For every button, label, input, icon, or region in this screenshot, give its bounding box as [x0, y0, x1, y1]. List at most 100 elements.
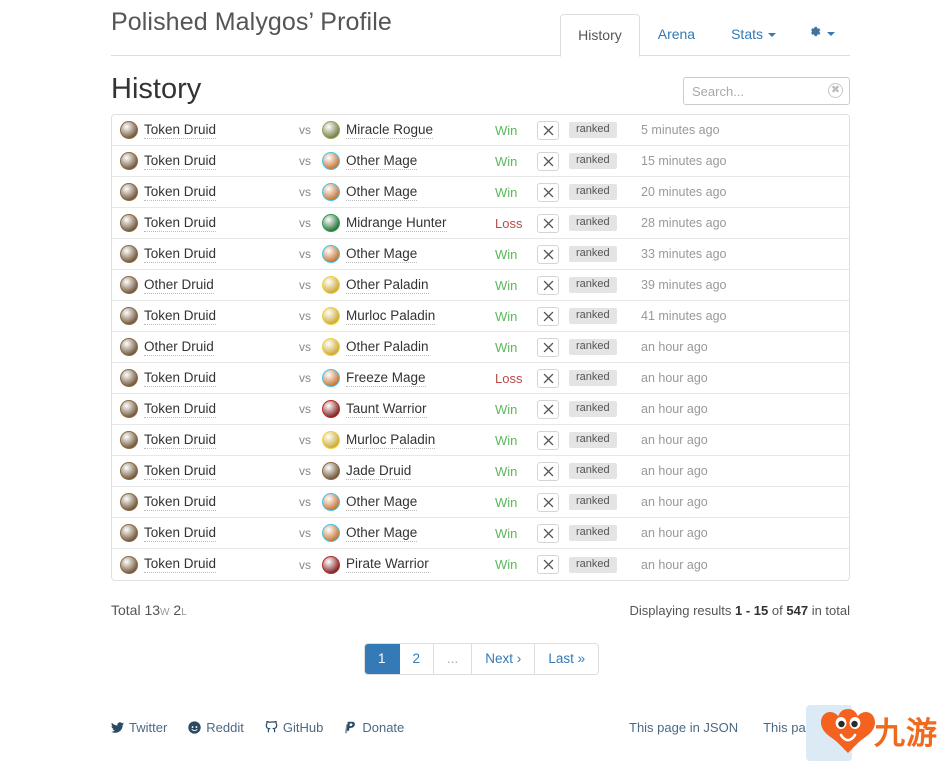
opponent-deck-link[interactable]: Murloc Paladin [346, 432, 436, 449]
opponent-deck-cell: Other Paladin [322, 276, 495, 294]
opponent-deck-cell: Other Mage [322, 493, 495, 511]
class-avatar-mage [322, 183, 340, 201]
crossed-swords-icon[interactable] [537, 306, 559, 326]
footer-link-donate[interactable]: Donate [344, 720, 404, 735]
vs-label: vs [299, 464, 311, 478]
opponent-deck-cell: Murloc Paladin [322, 431, 495, 449]
crossed-swords-icon[interactable] [537, 368, 559, 388]
result-label: Win [495, 153, 518, 169]
result-label: Win [495, 494, 518, 510]
class-avatar-druid [120, 276, 138, 294]
opponent-deck-link[interactable]: Other Paladin [346, 339, 429, 356]
crossed-swords-icon[interactable] [537, 244, 559, 264]
hero-deck-cell: Token Druid [112, 152, 299, 170]
crossed-swords-icon[interactable] [537, 461, 559, 481]
footer-link-github[interactable]: GitHub [265, 720, 323, 735]
timestamp: an hour ago [641, 464, 708, 478]
crossed-swords-icon[interactable] [537, 151, 559, 171]
hero-deck-link[interactable]: Token Druid [144, 308, 217, 325]
crossed-swords-icon[interactable] [537, 430, 559, 450]
class-avatar-druid [120, 524, 138, 542]
footer-page-link-1[interactable]: This page in [763, 720, 834, 735]
timestamp: an hour ago [641, 526, 708, 540]
class-avatar-warrior [322, 400, 340, 418]
hero-deck-link[interactable]: Token Druid [144, 463, 217, 480]
hero-deck-cell: Token Druid [112, 183, 299, 201]
hero-deck-link[interactable]: Token Druid [144, 153, 217, 170]
table-row: Token Druid vs Jade Druid Win ranked an hour … [112, 456, 849, 487]
opponent-deck-link[interactable]: Other Paladin [346, 277, 429, 294]
crossed-swords-icon[interactable] [537, 275, 559, 295]
table-row: Token Druid vs Pirate Warrior Win ranked an h… [112, 549, 849, 580]
crossed-swords-icon[interactable] [537, 492, 559, 512]
hero-deck-link[interactable]: Token Druid [144, 184, 217, 201]
hero-deck-link[interactable]: Token Druid [144, 494, 217, 511]
hero-deck-link[interactable]: Token Druid [144, 401, 217, 418]
crossed-swords-icon[interactable] [537, 337, 559, 357]
opponent-deck-cell: Pirate Warrior [322, 555, 495, 574]
page-button-1[interactable]: 1 [365, 644, 400, 674]
opponent-deck-link[interactable]: Other Mage [346, 494, 418, 511]
mode-cell: ranked [537, 275, 641, 295]
class-avatar-druid [120, 307, 138, 325]
hero-deck-link[interactable]: Token Druid [144, 525, 217, 542]
tab-arena[interactable]: Arena [640, 13, 713, 56]
opponent-deck-link[interactable]: Other Mage [346, 153, 418, 170]
hero-deck-link[interactable]: Other Druid [144, 277, 214, 294]
page-title: Polished Malygos’ Profile [111, 8, 392, 36]
page-button-2[interactable]: 2 [399, 644, 435, 674]
footer-page-links: This page in JSON This page in [629, 720, 834, 735]
table-row: Token Druid vs Midrange Hunter Loss ranked 28… [112, 208, 849, 239]
opponent-deck-link[interactable]: Miracle Rogue [346, 122, 434, 139]
page-button-next[interactable]: Next › [472, 644, 536, 674]
class-avatar-rogue [322, 121, 340, 139]
crossed-swords-icon[interactable] [537, 555, 559, 574]
mode-badge: ranked [569, 556, 617, 573]
mode-badge: ranked [569, 153, 617, 169]
opponent-deck-cell: Miracle Rogue [322, 121, 495, 139]
tab-settings[interactable] [794, 14, 850, 56]
tab-history[interactable]: History [560, 14, 640, 57]
opponent-deck-link[interactable]: Jade Druid [346, 463, 412, 480]
crossed-swords-icon[interactable] [537, 182, 559, 202]
crossed-swords-icon[interactable] [537, 399, 559, 419]
timestamp: an hour ago [641, 402, 708, 416]
hero-deck-cell: Token Druid [112, 121, 299, 139]
footer-link-twitter[interactable]: Twitter [111, 720, 167, 735]
opponent-deck-link[interactable]: Pirate Warrior [346, 556, 429, 573]
opponent-deck-link[interactable]: Midrange Hunter [346, 215, 447, 232]
hero-deck-link[interactable]: Token Druid [144, 370, 217, 387]
opponent-deck-link[interactable]: Taunt Warrior [346, 401, 427, 418]
opponent-deck-link[interactable]: Murloc Paladin [346, 308, 436, 325]
search-input[interactable] [684, 78, 824, 104]
opponent-deck-link[interactable]: Other Mage [346, 525, 418, 542]
opponent-deck-link[interactable]: Freeze Mage [346, 370, 426, 387]
footer-link-label: Donate [362, 720, 405, 735]
tab-stats[interactable]: Stats [713, 13, 794, 56]
footer-link-reddit[interactable]: Reddit [188, 720, 244, 735]
crossed-swords-icon[interactable] [537, 120, 559, 140]
hero-deck-link[interactable]: Token Druid [144, 556, 217, 573]
mode-badge: ranked [569, 494, 617, 510]
crossed-swords-icon[interactable] [537, 213, 559, 233]
chevron-down-icon [768, 33, 776, 38]
opponent-deck-link[interactable]: Other Mage [346, 246, 418, 263]
mode-badge: ranked [569, 184, 617, 200]
crossed-swords-icon[interactable] [537, 523, 559, 543]
opponent-deck-link[interactable]: Other Mage [346, 184, 418, 201]
clear-search-icon[interactable]: ✖ [828, 83, 843, 98]
hero-deck-link[interactable]: Token Druid [144, 215, 217, 232]
page-button-last[interactable]: Last » [535, 644, 599, 674]
tab-arena-label: Arena [657, 26, 696, 42]
hero-deck-link[interactable]: Token Druid [144, 122, 217, 139]
class-avatar-mage [322, 493, 340, 511]
footer-page-link-0[interactable]: This page in JSON [629, 720, 738, 735]
result-label: Loss [495, 370, 523, 386]
hero-deck-link[interactable]: Token Druid [144, 432, 217, 449]
timestamp: 33 minutes ago [641, 247, 727, 261]
opponent-deck-cell: Freeze Mage [322, 369, 495, 387]
timestamp: 41 minutes ago [641, 309, 727, 323]
hero-deck-link[interactable]: Token Druid [144, 246, 217, 263]
search-box[interactable]: ✖ [683, 77, 850, 105]
hero-deck-link[interactable]: Other Druid [144, 339, 214, 356]
